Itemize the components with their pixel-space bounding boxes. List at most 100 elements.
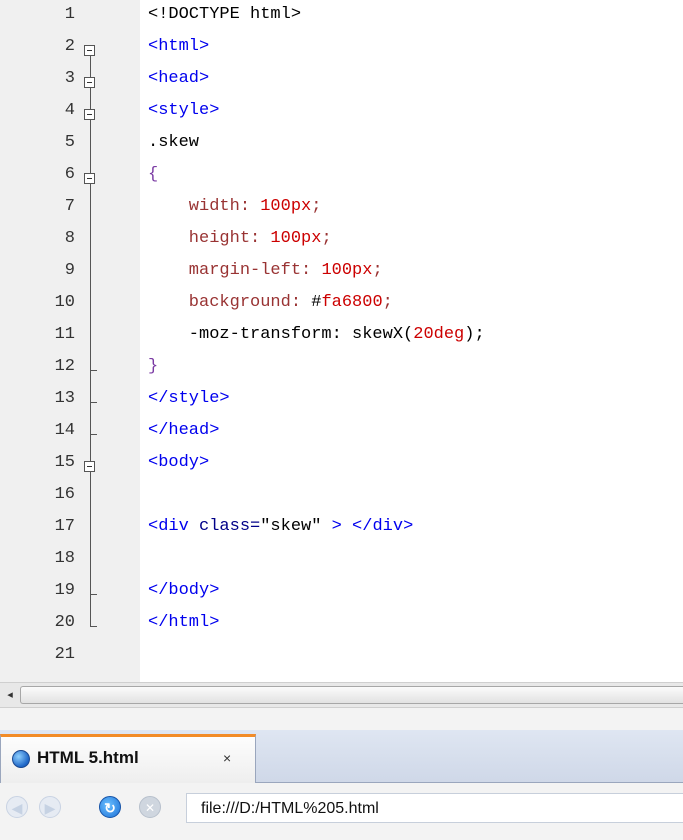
address-bar[interactable]: file:///D:/HTML%205.html <box>186 793 683 823</box>
code-token: <style> <box>148 101 220 120</box>
line-code: background: #fa6800; <box>148 293 393 312</box>
code-token: </body> <box>148 581 220 600</box>
code-line: 8 height: 100px; <box>0 225 683 257</box>
line-number: 1 <box>64 5 75 24</box>
code-line: 20 </html> <box>0 609 683 641</box>
tab-title: HTML 5.html <box>37 748 139 767</box>
line-code: <html> <box>148 37 209 56</box>
line-number: 14 <box>54 421 75 440</box>
code-line: 17 <div class="skew" > </div> <box>0 513 683 545</box>
code-token: 100px <box>260 197 312 216</box>
line-number: 7 <box>64 197 75 216</box>
code-token: fa6800 <box>321 293 383 312</box>
line-number: 16 <box>54 485 75 504</box>
line-code: <head> <box>148 69 209 88</box>
line-code: margin-left: 100px; <box>148 261 383 280</box>
line-number: 9 <box>64 261 75 280</box>
fold-end-tick <box>90 402 97 403</box>
line-number: 19 <box>54 581 75 600</box>
line-number: 6 <box>64 165 75 184</box>
code-token: </html> <box>148 613 220 632</box>
code-token: ; <box>321 229 332 248</box>
line-number: 4 <box>64 101 75 120</box>
code-line: 13 </style> <box>0 385 683 417</box>
line-code: <body> <box>148 453 209 472</box>
line-code: <div class="skew" > </div> <box>148 517 413 536</box>
fold-end-tick <box>90 370 97 371</box>
fold-end-tick <box>90 434 97 435</box>
fold-toggle-icon[interactable] <box>84 77 95 88</box>
code-line: 1 <!DOCTYPE html> <box>0 1 683 33</box>
code-token: 100px <box>321 261 373 280</box>
tab-html5[interactable]: HTML 5.html × <box>0 734 256 783</box>
code-token: </head> <box>148 421 220 440</box>
line-code: </body> <box>148 581 219 600</box>
code-token: height: <box>148 229 271 248</box>
code-line: 10 background: #fa6800; <box>0 289 683 321</box>
code-token: > </div> <box>321 517 414 536</box>
code-token: ); <box>464 325 485 344</box>
code-editor[interactable]: 1 <!DOCTYPE html> 2 <html> 3 <head> 4 <style> 5.… <box>0 0 683 682</box>
line-number: 8 <box>64 229 75 248</box>
code-token: <!DOCTYPE html> <box>148 5 302 24</box>
stop-icon[interactable]: ✕ <box>139 796 161 818</box>
code-line: 2 <html> <box>0 33 683 65</box>
back-arrow-icon[interactable]: ◀ <box>6 796 28 818</box>
code-token: margin-left: <box>148 261 322 280</box>
line-code: </html> <box>148 613 219 632</box>
reload-icon[interactable]: ↻ <box>99 796 121 818</box>
forward-arrow-icon[interactable]: ▶ <box>39 796 61 818</box>
line-number: 10 <box>54 293 75 312</box>
line-number: 3 <box>64 69 75 88</box>
line-code: { <box>148 165 158 184</box>
code-token: ; <box>382 293 393 312</box>
code-line: 7 width: 100px; <box>0 193 683 225</box>
code-token: 20deg <box>413 325 465 344</box>
scrollbar-thumb[interactable] <box>20 686 683 704</box>
line-number: 12 <box>54 357 75 376</box>
line-number: 21 <box>54 645 75 664</box>
code-token: } <box>148 357 159 376</box>
code-token: class= <box>199 517 261 536</box>
line-code: height: 100px; <box>148 229 332 248</box>
line-number: 2 <box>64 37 75 56</box>
code-line: 12} <box>0 353 683 385</box>
code-token: <head> <box>148 69 210 88</box>
navigation-bar: ◀ ▶ ↻ ✕ file:///D:/HTML%205.html <box>0 783 683 840</box>
code-line: 21 <box>0 641 683 673</box>
code-line: 9 margin-left: 100px; <box>0 257 683 289</box>
tab-bar: HTML 5.html × <box>0 730 683 783</box>
line-number: 5 <box>64 133 75 152</box>
line-code: <!DOCTYPE html> <box>148 5 301 24</box>
fold-toggle-icon[interactable] <box>84 461 95 472</box>
code-line: 14 </head> <box>0 417 683 449</box>
code-token: # <box>311 293 322 312</box>
line-number: 15 <box>54 453 75 472</box>
tab-close-icon[interactable]: × <box>223 751 231 765</box>
code-token: <body> <box>148 453 210 472</box>
code-token: <html> <box>148 37 210 56</box>
line-number: 17 <box>54 517 75 536</box>
horizontal-scrollbar[interactable]: ◂ <box>0 682 683 708</box>
code-line: 18 <box>0 545 683 577</box>
scroll-left-arrow-icon[interactable]: ◂ <box>2 687 18 703</box>
line-number: 11 <box>54 325 75 344</box>
code-line: 19 </body> <box>0 577 683 609</box>
code-line: 6{ <box>0 161 683 193</box>
code-token: <div <box>148 517 200 536</box>
fold-toggle-icon[interactable] <box>84 45 95 56</box>
fold-guide-line <box>90 50 91 626</box>
code-line: 15 <body> <box>0 449 683 481</box>
code-token: .skew <box>148 133 200 152</box>
line-code: width: 100px; <box>148 197 322 216</box>
fold-end-tick <box>90 626 97 627</box>
code-token: -moz-transform: skewX <box>148 325 404 344</box>
line-number: 18 <box>54 549 75 568</box>
code-token: { <box>148 165 159 184</box>
code-line: 16 <box>0 481 683 513</box>
code-token: 100px <box>270 229 322 248</box>
fold-toggle-icon[interactable] <box>84 173 95 184</box>
code-token: ; <box>372 261 383 280</box>
fold-toggle-icon[interactable] <box>84 109 95 120</box>
firefox-globe-icon <box>12 750 30 768</box>
